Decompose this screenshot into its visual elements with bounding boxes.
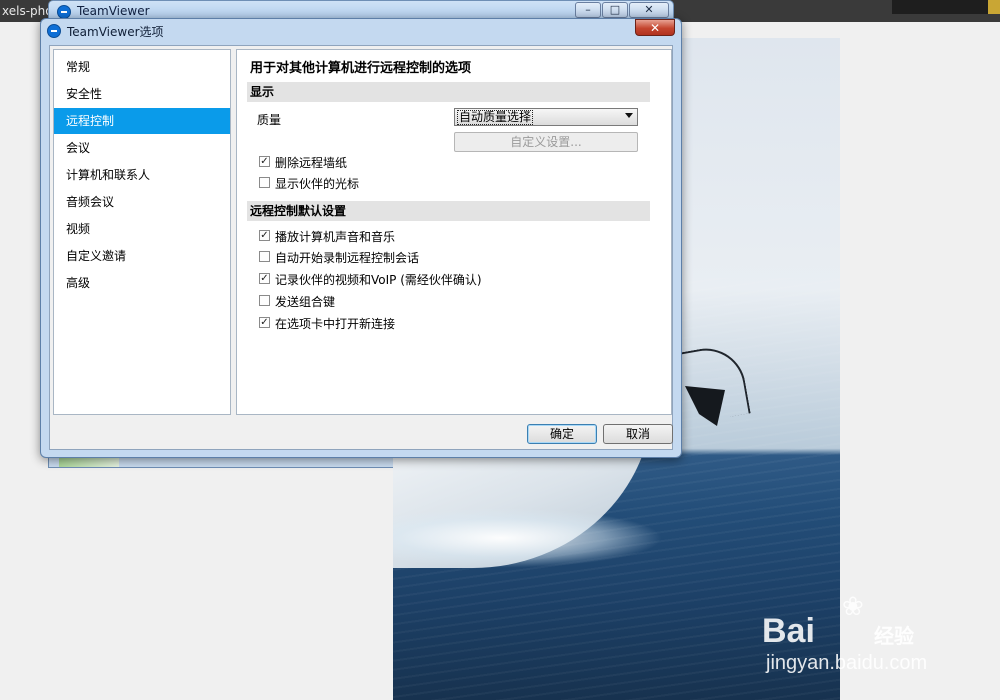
nav-item-meeting[interactable]: 会议 (54, 135, 230, 161)
teamviewer-icon (57, 5, 71, 19)
dialog-close-button[interactable]: ✕ (635, 19, 675, 36)
dialog-titlebar[interactable]: TeamViewer选项 ✕ (41, 19, 681, 45)
nav-item-security[interactable]: 安全性 (54, 81, 230, 107)
checkbox-checked[interactable]: ✓ (259, 230, 270, 241)
nav-item-custom-invitation[interactable]: 自定义邀请 (54, 243, 230, 269)
teamviewer-icon (47, 24, 61, 38)
baidu-watermark: ❀ Bai 经验 jingyan.baidu.com (762, 592, 962, 674)
main-window-title: TeamViewer (77, 4, 150, 18)
checkbox-checked[interactable]: ✓ (259, 317, 270, 328)
quality-selected-value: 自动质量选择 (457, 110, 534, 125)
baidu-logo-cn: 经验 (874, 624, 914, 648)
background-window-edge (892, 0, 1000, 14)
panel-title: 用于对其他计算机进行远程控制的选项 (250, 61, 472, 76)
section-header-defaults: 远程控制默认设置 (247, 201, 650, 221)
main-close-button[interactable]: ✕ (629, 2, 669, 18)
category-list: 常规 安全性 远程控制 会议 计算机和联系人 音频会议 视频 自定义邀请 高级 (53, 49, 231, 415)
custom-settings-button[interactable]: 自定义设置... (454, 132, 638, 152)
settings-panel: 用于对其他计算机进行远程控制的选项 显示 质量 自动质量选择 自定义设置... … (236, 49, 672, 415)
nav-item-video[interactable]: 视频 (54, 216, 230, 242)
baidu-logo-text: Bai (762, 612, 815, 650)
water-spray (393, 508, 663, 568)
chevron-down-icon (625, 113, 633, 118)
background-accent (988, 0, 1000, 14)
baidu-url: jingyan.baidu.com (766, 652, 928, 674)
checkbox-unchecked[interactable] (259, 295, 270, 306)
section-header-display: 显示 (247, 82, 650, 102)
options-dialog: TeamViewer选项 ✕ 常规 安全性 远程控制 会议 计算机和联系人 音频… (40, 18, 682, 458)
baidu-paw-icon: ❀ (842, 592, 864, 622)
checkbox-label: 播放计算机声音和音乐 (275, 230, 396, 244)
minimize-button[interactable]: – (575, 2, 601, 18)
ok-button[interactable]: 确定 (527, 424, 597, 444)
nav-item-computers-contacts[interactable]: 计算机和联系人 (54, 162, 230, 188)
checkbox-checked[interactable]: ✓ (259, 156, 270, 167)
nav-item-remote-control[interactable]: 远程控制 (54, 108, 230, 134)
checkbox-label: 发送组合键 (275, 295, 336, 309)
checkbox-label: 显示伙伴的光标 (275, 177, 360, 191)
dialog-title: TeamViewer选项 (67, 25, 164, 39)
checkbox-unchecked[interactable] (259, 177, 270, 188)
checkbox-label: 记录伙伴的视频和VoIP (需经伙伴确认) (275, 273, 482, 287)
cancel-button[interactable]: 取消 (603, 424, 673, 444)
checkbox-label: 删除远程墙纸 (275, 156, 348, 170)
checkbox-label: 自动开始录制远程控制会话 (275, 251, 420, 265)
nav-item-general[interactable]: 常规 (54, 54, 230, 80)
quality-dropdown[interactable]: 自动质量选择 (454, 108, 638, 126)
checkbox-unchecked[interactable] (259, 251, 270, 262)
checkbox-checked[interactable]: ✓ (259, 273, 270, 284)
maximize-button[interactable]: □ (602, 2, 628, 18)
nav-item-advanced[interactable]: 高级 (54, 270, 230, 296)
checkbox-label: 在选项卡中打开新连接 (275, 317, 396, 331)
nav-item-audio-conference[interactable]: 音频会议 (54, 189, 230, 215)
dialog-client-area: 常规 安全性 远程控制 会议 计算机和联系人 音频会议 视频 自定义邀请 高级 … (49, 45, 673, 450)
quality-label: 质量 (257, 113, 282, 127)
